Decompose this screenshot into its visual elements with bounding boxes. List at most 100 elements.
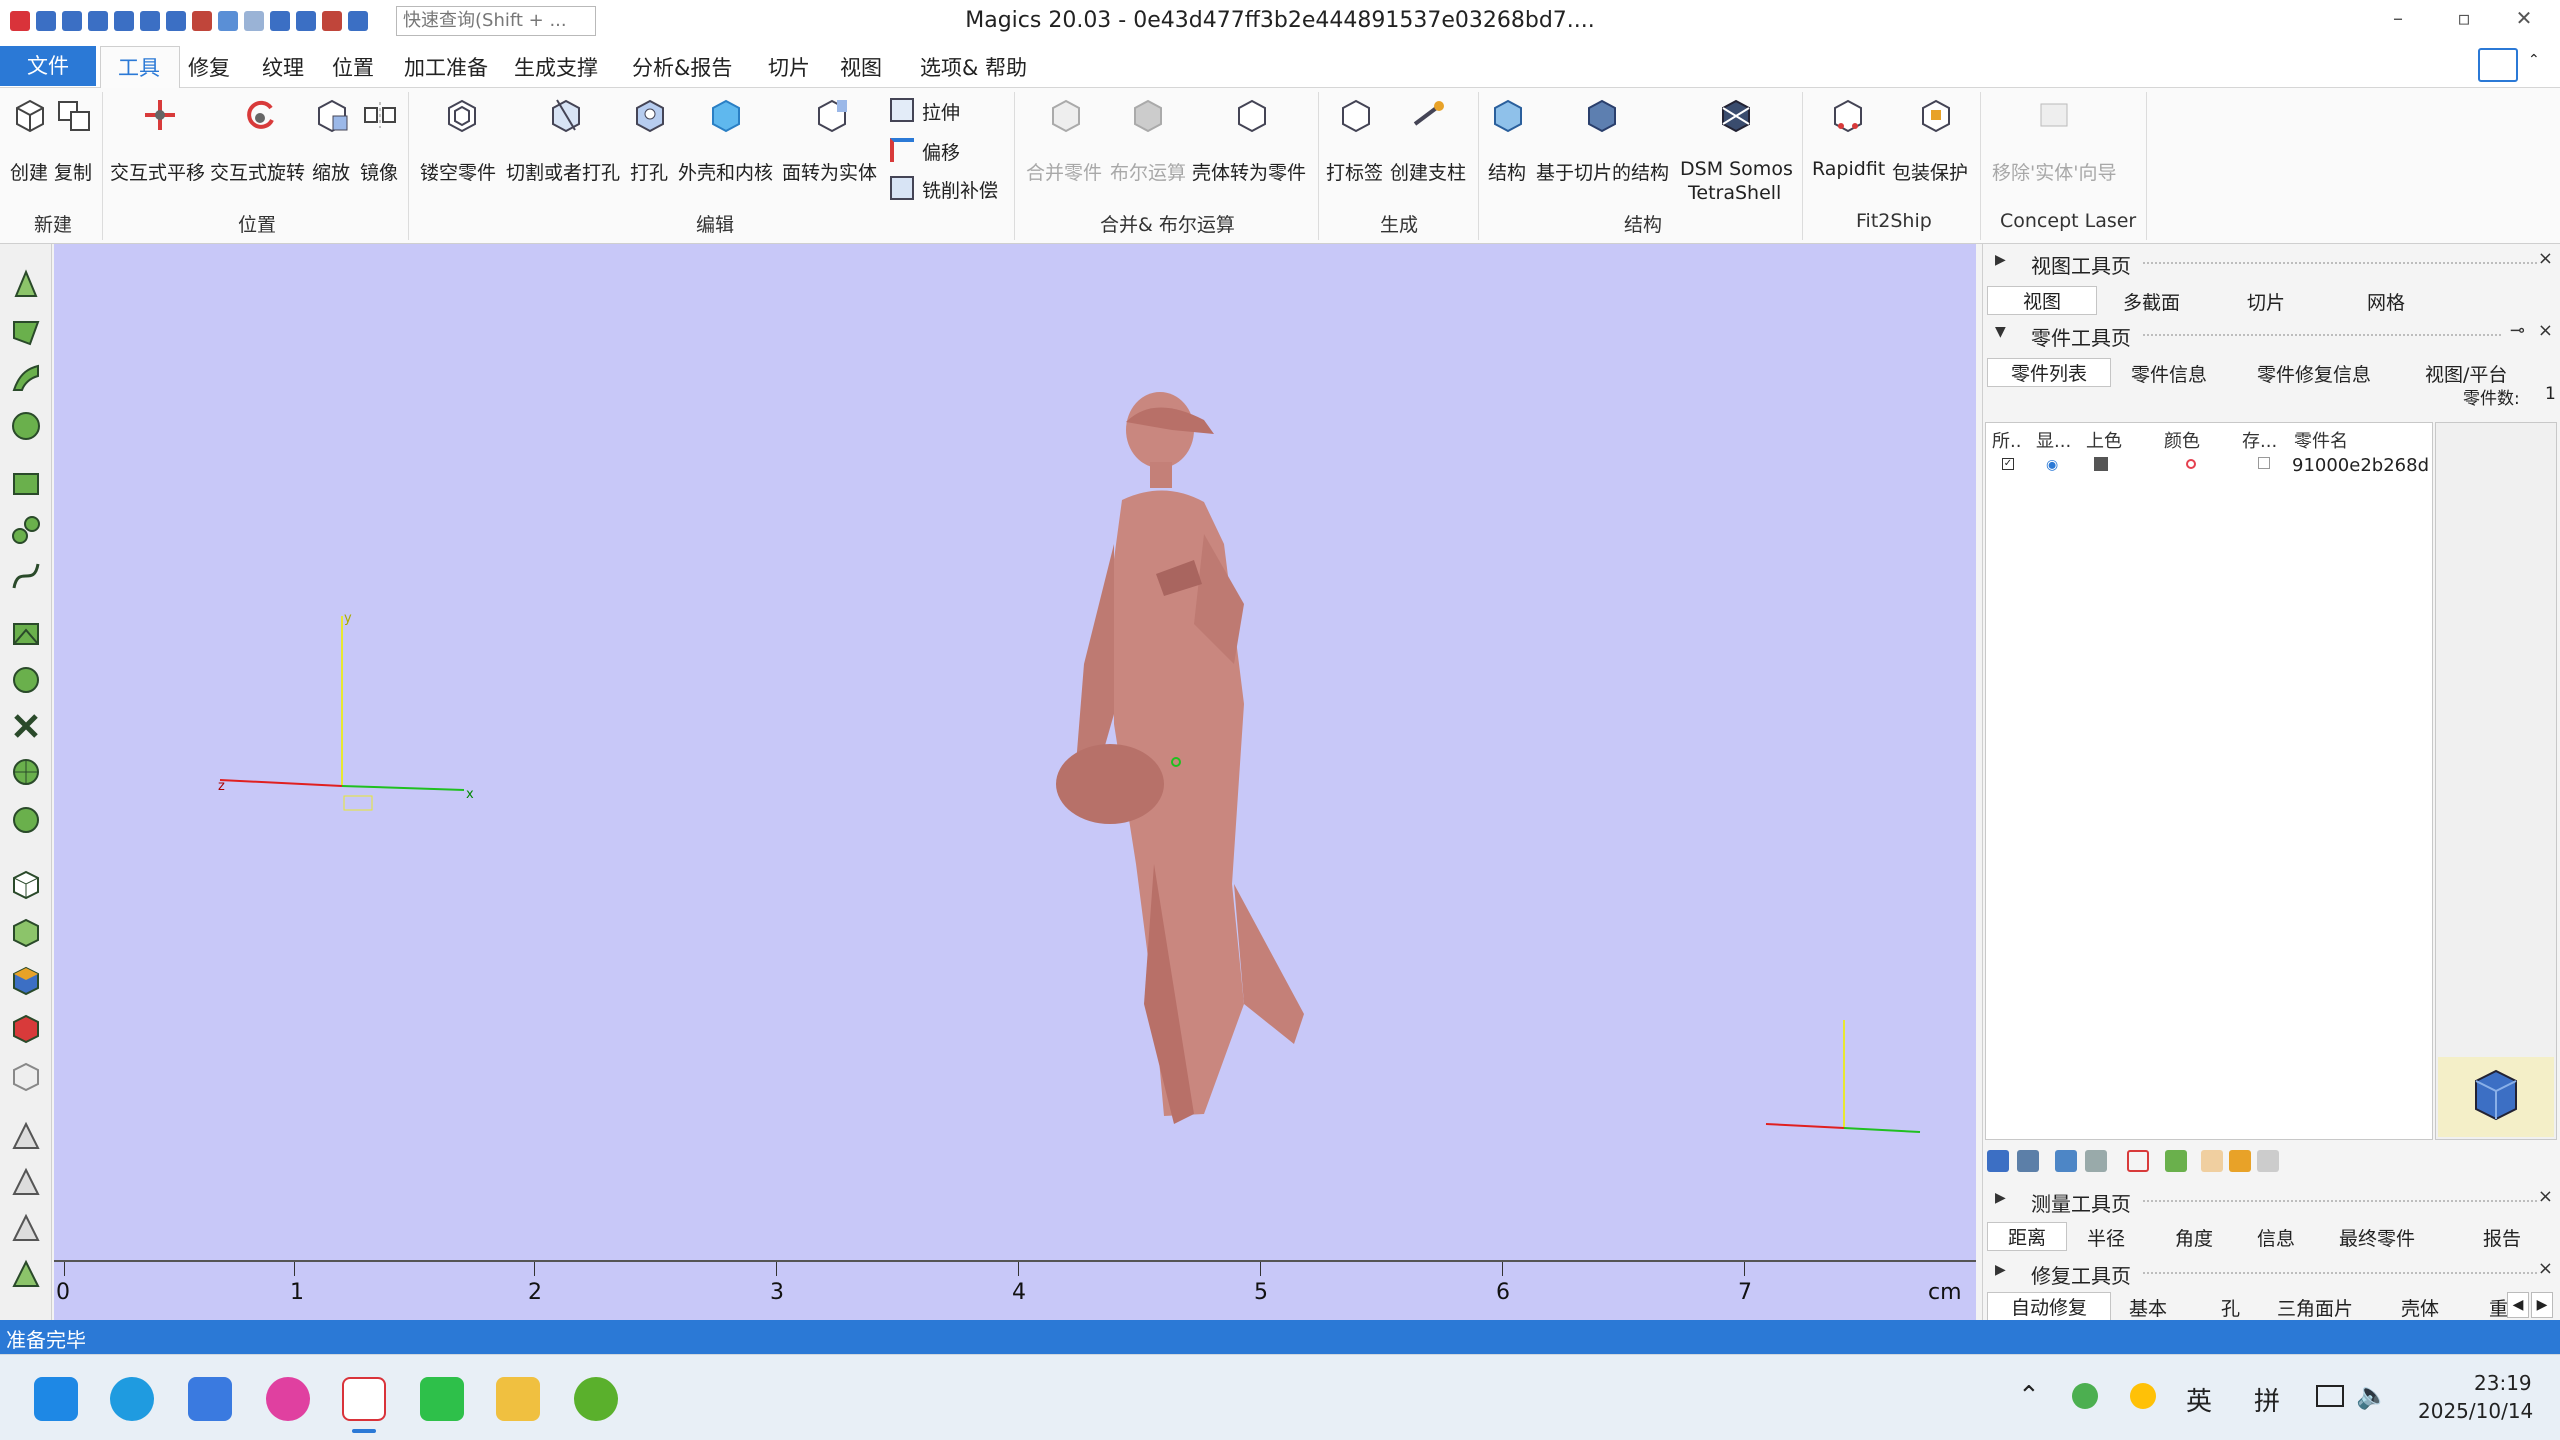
magics-app-icon[interactable] xyxy=(342,1377,386,1421)
select-arrow-icon[interactable] xyxy=(10,268,42,300)
minimize-button[interactable]: – xyxy=(2378,6,2418,30)
close-button[interactable]: ✕ xyxy=(2504,6,2544,30)
ime-language-indicator[interactable]: 英 xyxy=(2186,1381,2212,1418)
copy-button[interactable] xyxy=(52,88,96,134)
package-protect-button[interactable] xyxy=(1914,88,1958,134)
tab-shell[interactable]: 壳体 xyxy=(2401,1294,2439,1321)
tab-hole[interactable]: 孔 xyxy=(2221,1294,2240,1321)
deselect-ring-icon[interactable] xyxy=(10,804,42,836)
triangle-tool-4-icon[interactable] xyxy=(10,1258,42,1290)
clock-date[interactable]: 2025/10/14 xyxy=(2418,1399,2533,1423)
deselect-cross-icon[interactable] xyxy=(10,710,42,742)
mirror-button[interactable] xyxy=(358,88,402,134)
tab-part-fix-info[interactable]: 零件修复信息 xyxy=(2257,360,2371,387)
col-select[interactable]: 所.. xyxy=(1992,427,2021,453)
create-button[interactable] xyxy=(8,88,52,134)
scroll-right-button[interactable]: ▶ xyxy=(2531,1292,2553,1318)
structure-button[interactable] xyxy=(1486,88,1530,134)
view-cube-wire-icon[interactable] xyxy=(10,1060,42,1092)
eye-icon[interactable]: ◉ xyxy=(2046,457,2058,473)
tab-tools[interactable]: 工具 xyxy=(118,52,160,82)
scale-button[interactable] xyxy=(310,88,354,134)
clock-time[interactable]: 23:19 xyxy=(2474,1371,2532,1395)
lasso-select-icon[interactable] xyxy=(10,514,42,546)
expand-triangle-icon[interactable]: ▶ xyxy=(1995,1262,2006,1278)
iqiyi-app-icon[interactable] xyxy=(420,1377,464,1421)
select-surface-icon[interactable] xyxy=(10,362,42,394)
close-icon[interactable]: × xyxy=(2538,248,2553,269)
view-cube-side-icon[interactable] xyxy=(10,916,42,948)
tray-overflow-icon[interactable]: ⌃ xyxy=(2018,1381,2040,1411)
extrude-button[interactable]: 拉伸 xyxy=(922,98,960,125)
mill-comp-button[interactable]: 铣削补偿 xyxy=(922,176,998,203)
table-row[interactable]: ✓ ◉ 91000e2b268d xyxy=(1986,453,2432,477)
browser-e-icon[interactable] xyxy=(574,1377,618,1421)
box-select-icon[interactable] xyxy=(10,468,42,500)
replace-part-icon[interactable] xyxy=(2017,1150,2039,1172)
part-name-cell[interactable]: 91000e2b268d xyxy=(2292,455,2429,476)
tab-auto-fix[interactable]: 自动修复 xyxy=(1987,1292,2111,1321)
boolean-button[interactable] xyxy=(1126,88,1170,134)
gray-part-icon[interactable] xyxy=(2257,1150,2279,1172)
screen-settings-icon[interactable] xyxy=(2478,48,2518,82)
select-checkbox[interactable]: ✓ xyxy=(2002,458,2014,470)
triangle-tool-2-icon[interactable] xyxy=(10,1166,42,1198)
edge-browser-icon[interactable] xyxy=(110,1377,154,1421)
remove-part-icon[interactable] xyxy=(2127,1150,2149,1172)
load-part-icon[interactable] xyxy=(1987,1150,2009,1172)
view-cube-front-icon[interactable] xyxy=(10,868,42,900)
triangle-tool-1-icon[interactable] xyxy=(10,1120,42,1152)
extrude-icon[interactable] xyxy=(890,98,914,122)
pin-icon[interactable]: ⊸ xyxy=(2510,320,2525,341)
col-shade[interactable]: 上色 xyxy=(2086,427,2122,453)
deselect-sphere-icon[interactable] xyxy=(10,756,42,788)
tab-part-info[interactable]: 零件信息 xyxy=(2131,360,2207,387)
close-icon[interactable]: × xyxy=(2538,1258,2553,1279)
collapse-triangle-icon[interactable]: ▼ xyxy=(1995,324,2006,340)
maximize-button[interactable]: ▫ xyxy=(2444,6,2484,30)
ribbon-collapse-icon[interactable]: ⌃ xyxy=(2528,52,2540,68)
feishu-app-icon[interactable] xyxy=(188,1377,232,1421)
interactive-translate-button[interactable] xyxy=(138,88,182,134)
shell-to-part-button[interactable] xyxy=(1230,88,1274,134)
tab-multi-section[interactable]: 多截面 xyxy=(2123,288,2180,315)
cut-or-punch-button[interactable] xyxy=(544,88,588,134)
rapidfit-button[interactable] xyxy=(1826,88,1870,134)
label-button[interactable] xyxy=(1334,88,1378,134)
tag-icon[interactable] xyxy=(2201,1150,2223,1172)
col-color[interactable]: 颜色 xyxy=(2164,427,2200,453)
triangle-tool-3-icon[interactable] xyxy=(10,1212,42,1244)
part-color-swatch[interactable] xyxy=(2186,459,2196,469)
deselect-box-icon[interactable] xyxy=(10,618,42,650)
col-save[interactable]: 存... xyxy=(2242,427,2277,453)
shade-icon[interactable] xyxy=(2094,457,2108,471)
view-tools-header[interactable]: ▶ 视图工具页 × xyxy=(1983,246,2560,280)
tab-triangles[interactable]: 三角面片 xyxy=(2277,1294,2353,1321)
start-button-icon[interactable] xyxy=(34,1377,78,1421)
select-shell-icon[interactable] xyxy=(10,410,42,442)
col-visible[interactable]: 显... xyxy=(2036,427,2071,453)
tray-app-1-icon[interactable] xyxy=(2072,1383,2098,1409)
tab-options-help[interactable]: 选项& 帮助 xyxy=(920,52,1027,82)
shell-core-button[interactable] xyxy=(704,88,748,134)
tab-distance[interactable]: 距离 xyxy=(1987,1222,2067,1251)
tab-angle[interactable]: 角度 xyxy=(2175,1224,2213,1251)
close-icon[interactable]: × xyxy=(2538,1186,2553,1207)
mill-comp-icon[interactable] xyxy=(890,176,914,200)
color-app-icon[interactable] xyxy=(266,1377,310,1421)
slice-structure-button[interactable] xyxy=(1580,88,1624,134)
tab-repair[interactable]: 修复 xyxy=(188,52,230,82)
tab-support[interactable]: 生成支撑 xyxy=(514,52,598,82)
tab-texture[interactable]: 纹理 xyxy=(262,52,304,82)
merge-parts-button[interactable] xyxy=(1044,88,1088,134)
tab-slice[interactable]: 切片 xyxy=(768,52,810,82)
measure-tools-header[interactable]: ▶ 测量工具页 × xyxy=(1983,1184,2560,1218)
network-icon[interactable] xyxy=(2316,1385,2344,1407)
deselect-lasso-icon[interactable] xyxy=(10,664,42,696)
file-explorer-icon[interactable] xyxy=(496,1377,540,1421)
expand-triangle-icon[interactable]: ▶ xyxy=(1995,1190,2006,1206)
tab-radius[interactable]: 半径 xyxy=(2087,1224,2125,1251)
view-cube-iso-icon[interactable] xyxy=(10,1012,42,1044)
offset-icon[interactable] xyxy=(890,138,914,162)
tab-file[interactable]: 文件 xyxy=(0,46,96,86)
